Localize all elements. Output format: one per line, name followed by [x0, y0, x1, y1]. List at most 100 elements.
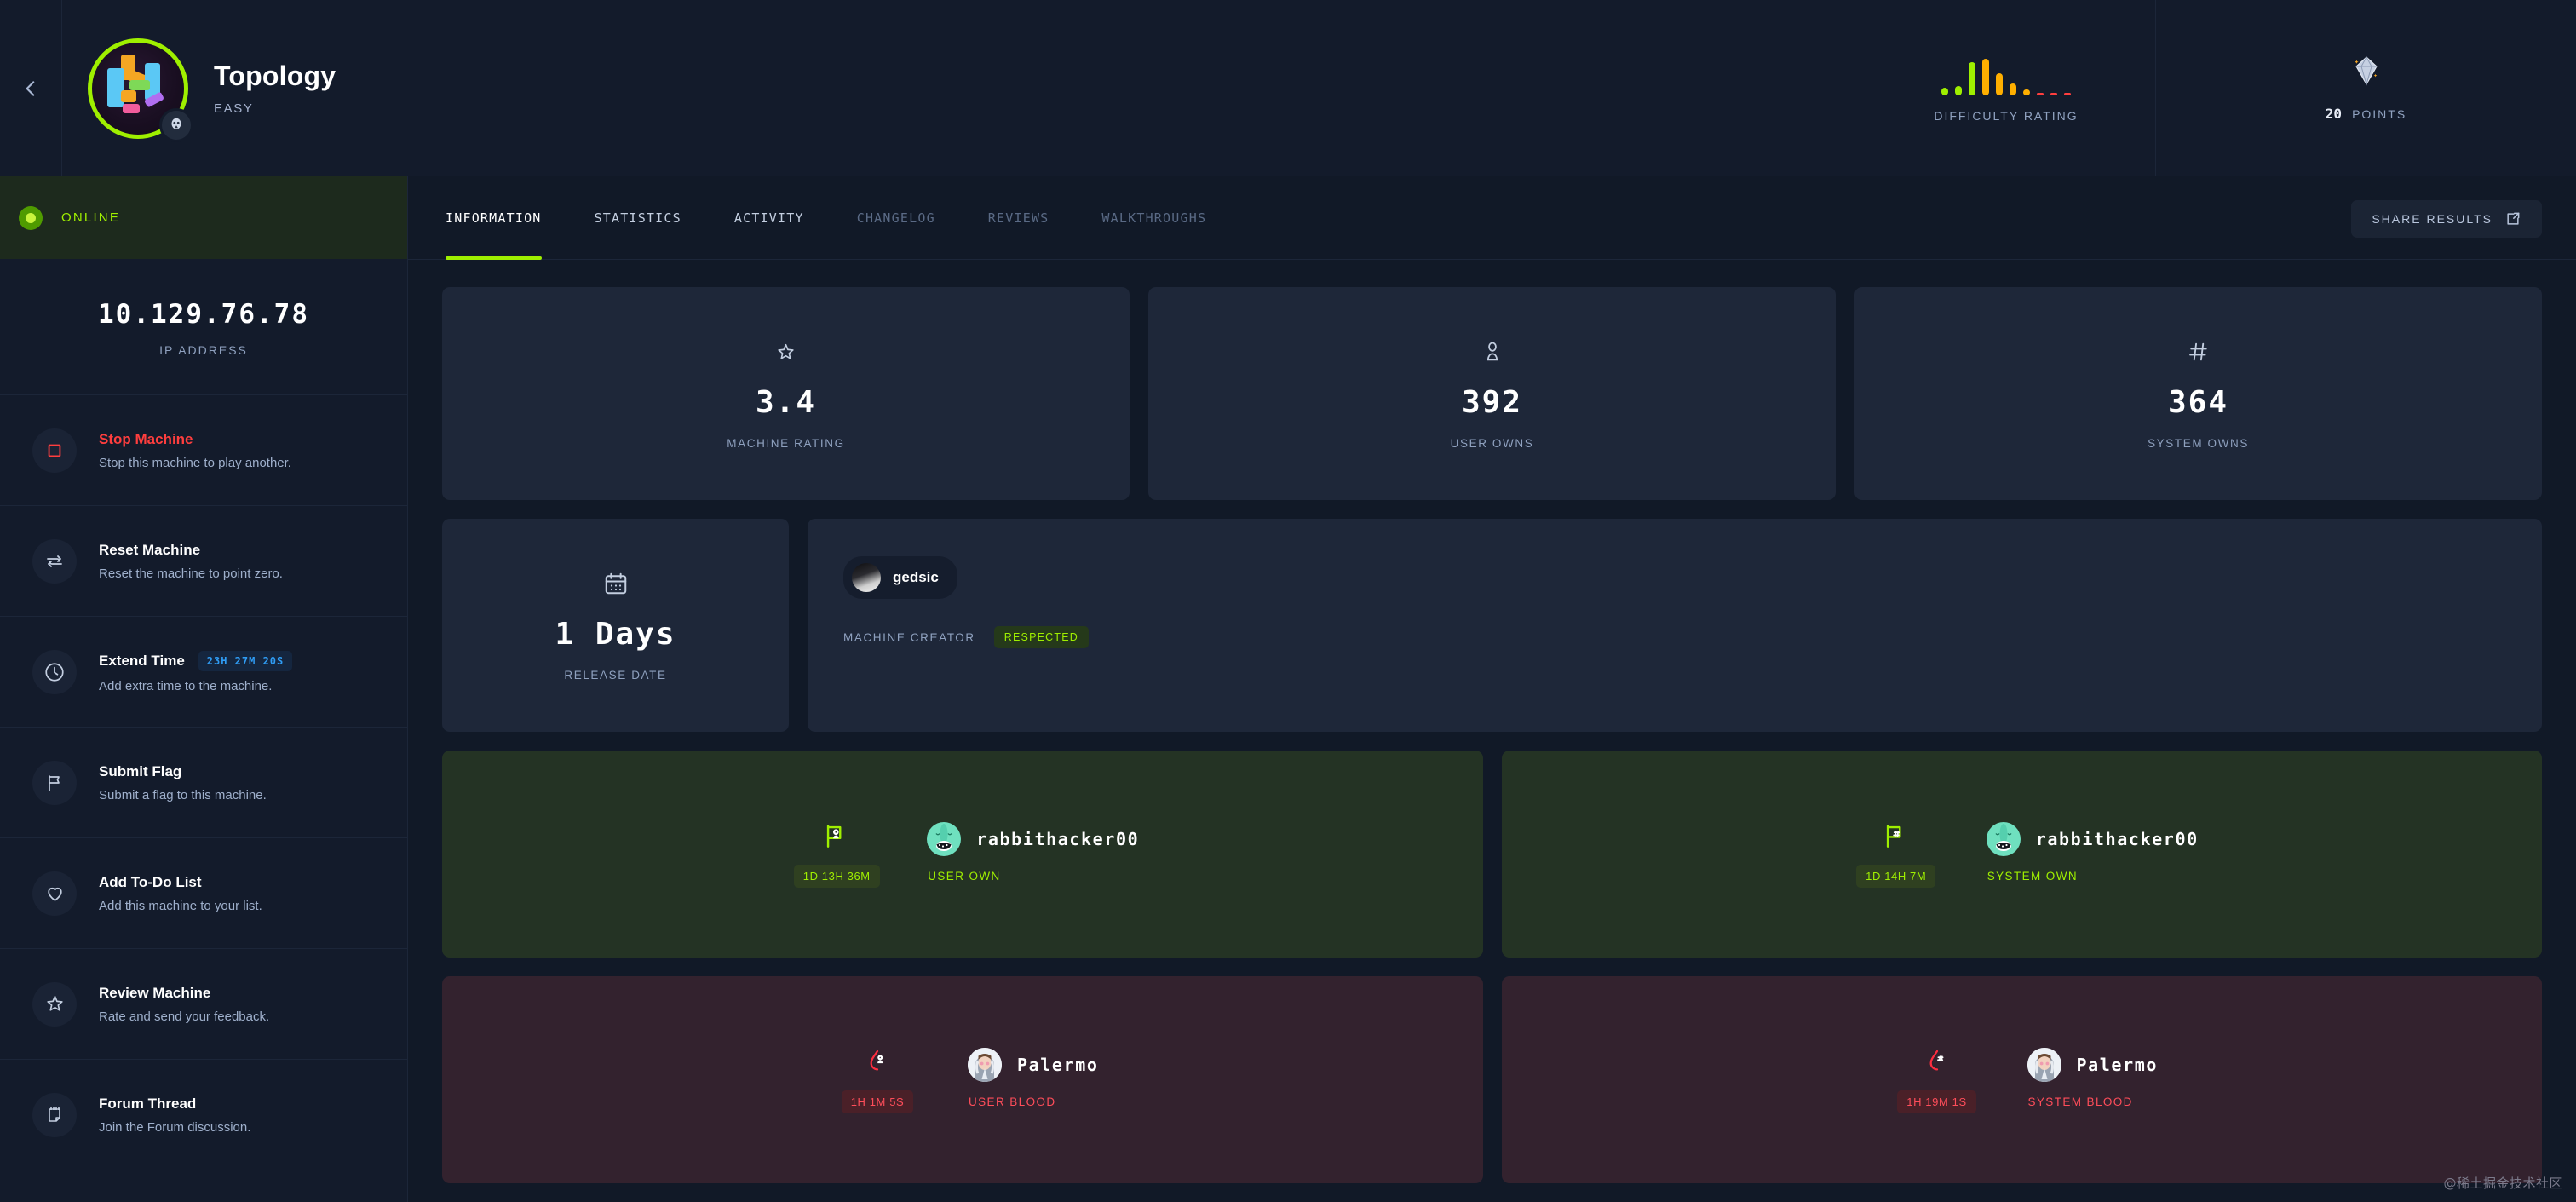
action-subtitle: Rate and send your feedback.	[99, 1009, 269, 1024]
own-user[interactable]: rabbithacker00	[1987, 822, 2199, 856]
action-text: Forum ThreadJoin the Forum discussion.	[99, 1096, 250, 1135]
bloods-row: 1H 1M 5SPalermoUSER BLOOD1H 19M 1SPalerm…	[442, 976, 2542, 1183]
tab-activity[interactable]: ACTIVITY	[734, 176, 804, 260]
share-external-icon	[2504, 210, 2521, 227]
own-time-badge: 1H 1M 5S	[842, 1090, 914, 1113]
difficulty-label: EASY	[214, 101, 336, 116]
status-label: ONLINE	[61, 210, 120, 225]
creator-meta-label: MACHINE CREATOR	[843, 631, 975, 644]
difficulty-bar	[2010, 83, 2016, 95]
own-left: 1H 1M 5S	[826, 1046, 929, 1113]
action-title-row: Add To-Do List	[99, 874, 262, 891]
difficulty-bar-chart	[1941, 55, 2071, 95]
own-inner: 1H 1M 5SPalermoUSER BLOOD	[826, 1046, 1099, 1113]
own-left: 1D 13H 36M	[785, 820, 888, 888]
star-icon	[32, 982, 77, 1027]
machine-title-block: Topology EASY	[214, 60, 336, 116]
action-title: Forum Thread	[99, 1096, 196, 1113]
difficulty-bar	[1955, 86, 1962, 95]
sidebar-action-stop-machine[interactable]: Stop Machine Stop this machine to play an…	[0, 395, 407, 506]
own-username: rabbithacker00	[976, 829, 1139, 849]
machine-creator-card: gedsic MACHINE CREATOR RESPECTED	[808, 519, 2542, 732]
action-text: Add To-Do List Add this machine to your l…	[99, 874, 262, 913]
card-user-blood: 1H 1M 5SPalermoUSER BLOOD	[442, 976, 1483, 1183]
release-date-value: 1 Days	[555, 617, 676, 652]
sidebar-action-submit-flag[interactable]: Submit FlagSubmit a flag to this machine…	[0, 728, 407, 838]
stat-card-machine-rating: 3.4MACHINE RATING	[442, 287, 1130, 500]
difficulty-bar	[2064, 93, 2071, 95]
card-system-own: 1D 14H 7Mrabbithacker00SYSTEM OWN	[1502, 751, 2543, 958]
own-left: 1H 19M 1S	[1886, 1046, 1988, 1113]
action-title-row: Review Machine	[99, 985, 269, 1002]
status-badge: ONLINE	[0, 176, 407, 259]
action-title: Add To-Do List	[99, 874, 202, 891]
stats-row: 3.4MACHINE RATING392USER OWNS364SYSTEM O…	[442, 287, 2542, 500]
card-system-blood: 1H 19M 1S PalermoSYSTEM BLOOD	[1502, 976, 2543, 1183]
action-title-row: Submit Flag	[99, 763, 267, 780]
sidebar-action-forum-thread[interactable]: Forum ThreadJoin the Forum discussion.	[0, 1060, 407, 1170]
own-user[interactable]: Palermo	[968, 1048, 1099, 1082]
action-title-row: Reset Machine	[99, 542, 283, 559]
heart-icon	[32, 871, 77, 916]
tab-information[interactable]: INFORMATION	[446, 176, 542, 260]
ip-address-label: IP ADDRESS	[0, 343, 407, 357]
machine-identity: Topology EASY	[62, 0, 336, 176]
tab-changelog[interactable]: CHANGELOG	[857, 176, 935, 260]
action-subtitle: Add this machine to your list.	[99, 899, 262, 913]
reset-loop-icon	[32, 539, 77, 584]
own-label: SYSTEM OWN	[1987, 870, 2199, 883]
action-title-row: Extend Time23H 27M 20S	[99, 651, 292, 671]
avatar	[1987, 822, 2021, 856]
own-right: PalermoSYSTEM BLOOD	[2027, 1046, 2159, 1108]
action-title-row: Forum Thread	[99, 1096, 250, 1113]
linux-tux-icon	[159, 108, 193, 142]
sidebar-action-review-machine[interactable]: Review Machine Rate and send your feedbac…	[0, 949, 407, 1060]
back-button[interactable]	[0, 0, 61, 176]
own-username: Palermo	[1017, 1055, 1099, 1075]
points-row: 20 POINTS	[2326, 106, 2406, 122]
stop-square-icon	[32, 428, 77, 473]
stat-card-user-owns: 392USER OWNS	[1148, 287, 1836, 500]
stat-value: 3.4	[756, 385, 816, 420]
own-username: rabbithacker00	[2036, 829, 2199, 849]
action-subtitle: Add extra time to the machine.	[99, 679, 292, 693]
avatar	[852, 563, 881, 592]
flag-icon	[32, 761, 77, 805]
own-right: rabbithacker00 SYSTEM OWN	[1987, 820, 2199, 883]
difficulty-bar	[2023, 89, 2030, 95]
tab-statistics[interactable]: STATISTICS	[595, 176, 681, 260]
status-dot-icon	[19, 206, 43, 230]
ip-address-value[interactable]: 10.129.76.78	[0, 299, 407, 330]
own-inner: 1D 14H 7Mrabbithacker00SYSTEM OWN	[1845, 820, 2199, 888]
stat-label: USER OWNS	[1451, 437, 1534, 450]
own-user[interactable]: rabbithacker00	[927, 822, 1139, 856]
avatar	[2027, 1048, 2061, 1082]
action-title-row: Stop Machine	[99, 431, 291, 448]
sidebar-action-extend-time[interactable]: Extend Time23H 27M 20S Add extra time to …	[0, 617, 407, 728]
own-time-badge: 1D 13H 36M	[794, 865, 880, 888]
action-title: Submit Flag	[99, 763, 181, 780]
sidebar-action-reset-machine[interactable]: Reset MachineReset the machine to point …	[0, 506, 407, 617]
difficulty-bar	[1982, 59, 1989, 95]
ip-address-block: 10.129.76.78 IP ADDRESS	[0, 259, 407, 394]
action-text: Stop Machine Stop this machine to play an…	[99, 431, 291, 470]
own-inner: 1H 19M 1S PalermoSYSTEM BLOOD	[1886, 1046, 2159, 1113]
action-subtitle: Stop this machine to play another.	[99, 456, 291, 470]
points-label: POINTS	[2352, 107, 2406, 121]
action-title: Review Machine	[99, 985, 210, 1002]
action-text: Submit FlagSubmit a flag to this machine…	[99, 763, 267, 802]
chevron-left-icon	[20, 78, 42, 100]
own-right: rabbithacker00USER OWN	[927, 820, 1139, 883]
hash-icon	[2187, 337, 2211, 366]
share-results-button[interactable]: SHARE RESULTS	[2351, 200, 2542, 238]
action-title: Reset Machine	[99, 542, 200, 559]
action-text: Review Machine Rate and send your feedbac…	[99, 985, 269, 1024]
sidebar-action-add-to-do-list[interactable]: Add To-Do List Add this machine to your l…	[0, 838, 407, 949]
user-icon	[1481, 337, 1504, 366]
own-user[interactable]: Palermo	[2027, 1048, 2159, 1082]
difficulty-bar	[1996, 73, 2003, 95]
tab-walkthroughs[interactable]: WALKTHROUGHS	[1101, 176, 1206, 260]
calendar-icon	[603, 569, 629, 598]
creator-chip[interactable]: gedsic	[843, 556, 957, 599]
tab-reviews[interactable]: REVIEWS	[988, 176, 1049, 260]
